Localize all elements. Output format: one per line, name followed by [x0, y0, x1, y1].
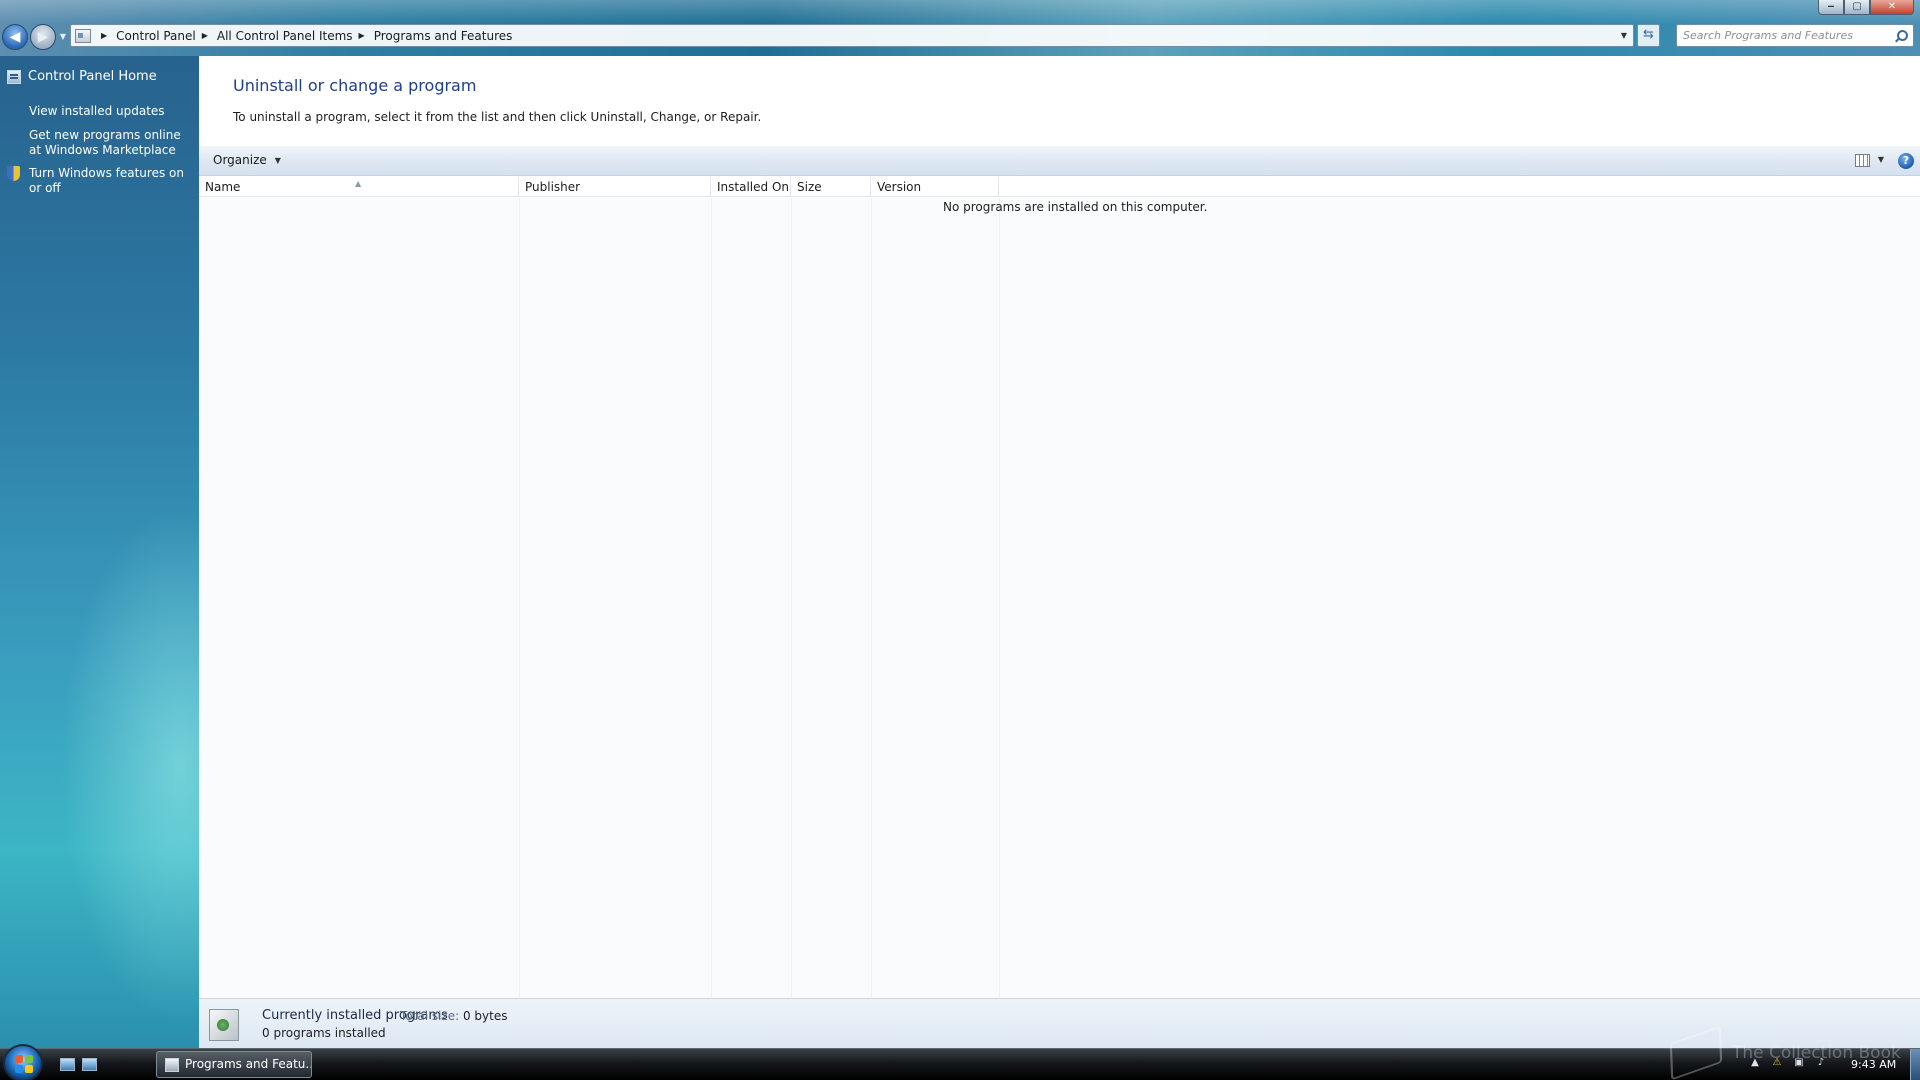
task-pane: Control Panel Home View installed update… [0, 56, 199, 1048]
close-button[interactable]: ✕ [1870, 0, 1914, 15]
views-icon[interactable] [1855, 154, 1870, 167]
network-icon[interactable]: ▣ [1792, 1056, 1806, 1070]
column-header-installed-on[interactable]: Installed On [711, 177, 791, 197]
search-icon[interactable] [1893, 28, 1909, 44]
page-title: Uninstall or change a program [233, 76, 477, 95]
shield-icon [6, 166, 21, 182]
column-header-publisher[interactable]: Publisher [519, 177, 711, 197]
chevron-down-icon: ▼ [1620, 31, 1628, 40]
details-program-count: 0 programs installed [262, 1026, 386, 1040]
minimize-button[interactable]: ‒ [1818, 0, 1844, 15]
show-desktop-quicklaunch-icon[interactable] [60, 1058, 75, 1071]
organize-label: Organize [213, 153, 267, 167]
volume-icon[interactable]: ♪ [1814, 1056, 1828, 1070]
details-total-size: Total size: 0 bytes [400, 1009, 508, 1023]
total-size-value: 0 bytes [462, 1009, 508, 1023]
column-divider [999, 198, 1000, 998]
chevron-down-icon: ▼ [59, 32, 67, 41]
help-icon[interactable]: ? [1898, 153, 1914, 169]
show-desktop-button[interactable] [1910, 1049, 1920, 1080]
control-panel-home-icon [7, 70, 21, 84]
window-controls: ‒ ▢ ✕ [1818, 0, 1914, 16]
security-warning-icon[interactable]: ⚠ [1770, 1056, 1784, 1070]
chevron-down-icon: ▼ [274, 155, 281, 165]
organize-button[interactable]: Organize ▼ [213, 153, 281, 167]
system-tray: ▲ ⚠ ▣ ♪ [1748, 1056, 1828, 1070]
back-button[interactable]: ◀ [2, 24, 28, 50]
view-installed-updates-link[interactable]: View installed updates [29, 104, 165, 119]
column-divider [871, 198, 872, 998]
window-icon [165, 1058, 179, 1072]
column-divider [711, 198, 712, 998]
breadcrumb-separator-icon[interactable]: ▶ [101, 31, 107, 40]
empty-list-message: No programs are installed on this comput… [943, 200, 1208, 214]
program-list[interactable]: No programs are installed on this comput… [199, 198, 1920, 998]
taskbar-clock[interactable]: 9:43 AM [1851, 1058, 1896, 1071]
arrow-left-icon: ◀ [9, 29, 21, 45]
column-header-name-label: Name [205, 180, 241, 194]
forward-button[interactable]: ▶ [30, 24, 56, 50]
maximize-button[interactable]: ▢ [1844, 0, 1870, 15]
control-panel-home-link[interactable]: Control Panel Home [28, 69, 157, 84]
get-new-programs-link[interactable]: Get new programs online at Windows Marke… [29, 128, 189, 158]
address-bar[interactable]: ▶ Control Panel ▶ All Control Panel Item… [70, 24, 1634, 47]
breadcrumb-separator-icon[interactable]: ▶ [359, 31, 365, 40]
column-header-row: Name ▲ Publisher Installed On Size Versi… [199, 177, 1920, 197]
breadcrumb-programs-and-features[interactable]: Programs and Features [374, 29, 513, 43]
sort-ascending-icon: ▲ [355, 179, 362, 188]
column-header-name[interactable]: Name ▲ [199, 177, 519, 197]
start-button[interactable] [3, 1044, 43, 1080]
taskbar-button-programs-and-features[interactable]: Programs and Featu... [156, 1051, 312, 1078]
column-header-version[interactable]: Version [871, 177, 999, 197]
page-description: To uninstall a program, select it from t… [233, 110, 762, 124]
refresh-icon: ⇆ [1643, 27, 1654, 42]
column-header-size[interactable]: Size [791, 177, 871, 197]
breadcrumb-control-panel[interactable]: Control Panel [116, 29, 196, 43]
breadcrumb-separator-icon[interactable]: ▶ [202, 31, 208, 40]
search-input[interactable] [1683, 26, 1893, 45]
refresh-button[interactable]: ⇆ [1637, 24, 1660, 47]
taskbar-button-label: Programs and Featu... [185, 1057, 312, 1071]
show-hidden-icons-arrow-icon[interactable]: ▲ [1748, 1056, 1762, 1070]
column-divider [519, 198, 520, 998]
installed-programs-icon [207, 1005, 241, 1043]
control-panel-icon [75, 28, 91, 43]
column-divider [791, 198, 792, 998]
windows-features-link[interactable]: Turn Windows features on or off [29, 166, 189, 196]
recent-pages-dropdown[interactable]: ▼ [58, 31, 68, 43]
switch-windows-quicklaunch-icon[interactable] [82, 1058, 97, 1071]
breadcrumb-all-items[interactable]: All Control Panel Items [217, 29, 353, 43]
command-bar: Organize ▼ ▼ ? [199, 146, 1920, 176]
search-box[interactable] [1676, 24, 1914, 47]
views-dropdown[interactable]: ▼ [1878, 155, 1884, 164]
details-pane: Currently installed programs Total size:… [199, 998, 1920, 1048]
chevron-down-icon: ▼ [1877, 155, 1884, 164]
arrow-right-icon: ▶ [37, 29, 49, 45]
address-history-dropdown[interactable]: ▼ [1617, 25, 1631, 46]
main-content: Uninstall or change a program To uninsta… [199, 56, 1920, 1048]
total-size-label: Total size: [400, 1009, 460, 1023]
